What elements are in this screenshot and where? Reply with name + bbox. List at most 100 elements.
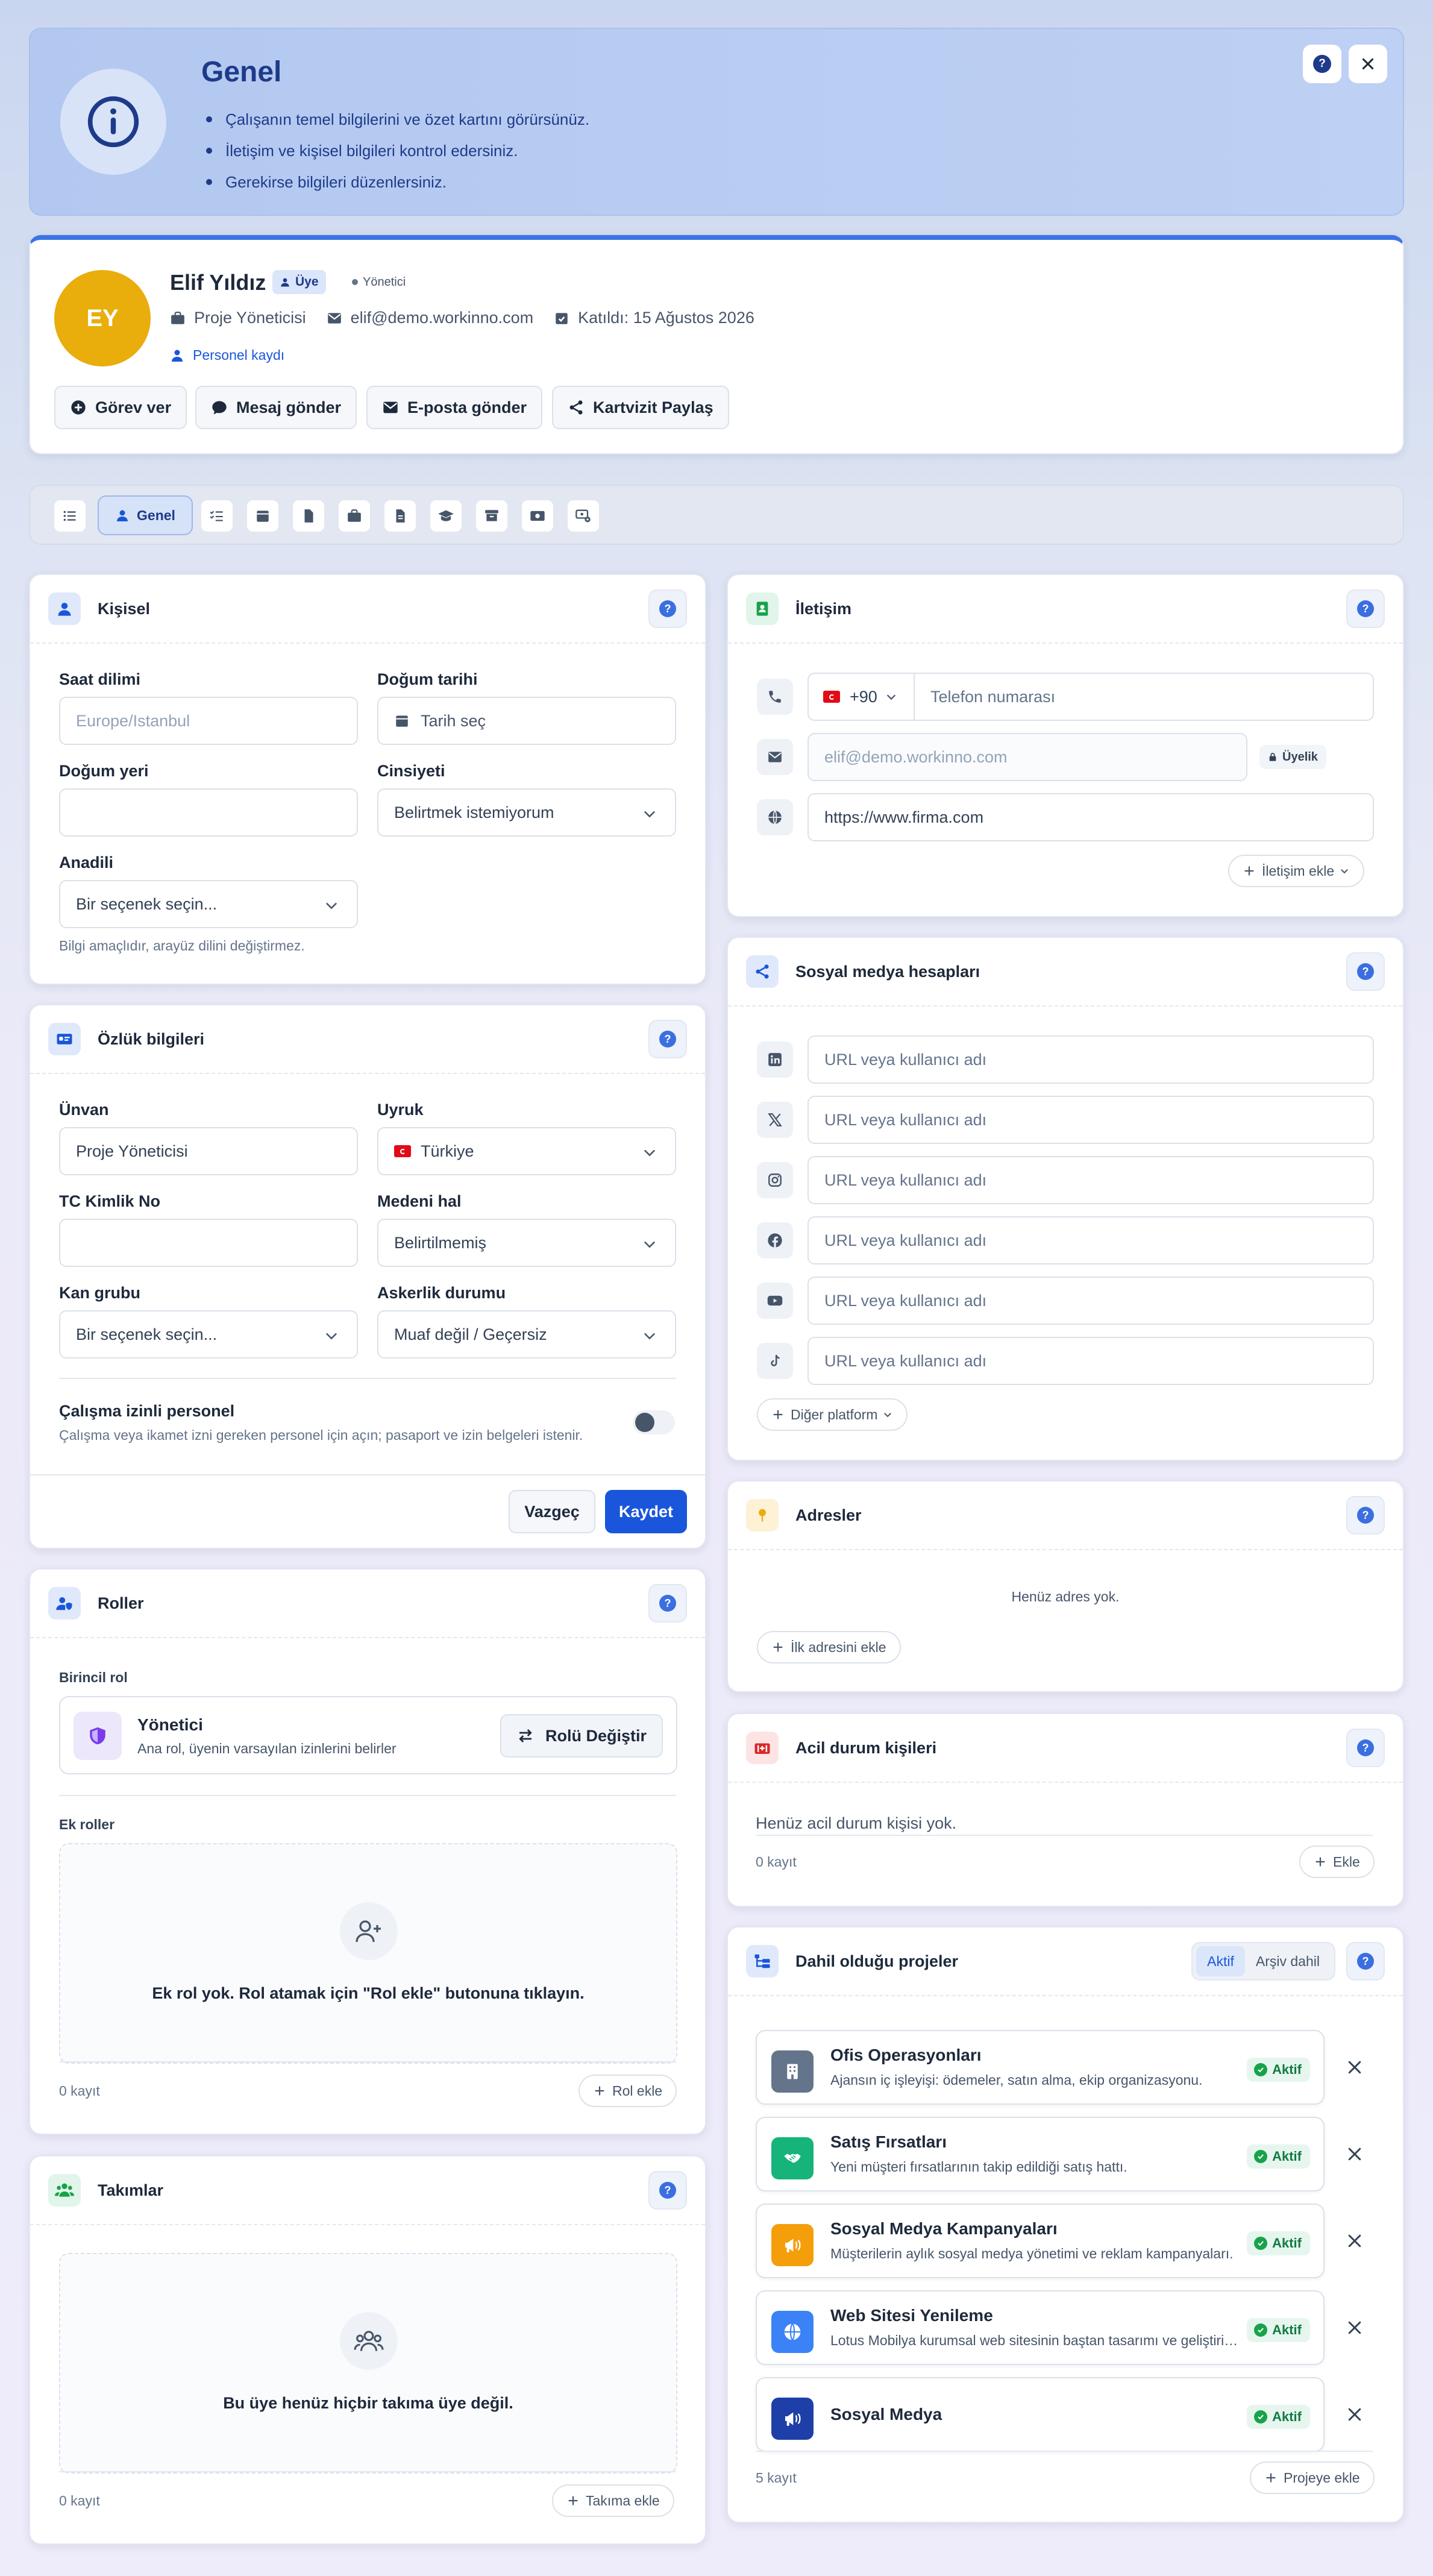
language-select[interactable]: Bir seçenek seçin... xyxy=(59,880,358,928)
filter-archived[interactable]: Arşiv dahil xyxy=(1245,1946,1331,1976)
handshake-icon xyxy=(771,2137,814,2179)
tab-work[interactable] xyxy=(337,499,371,533)
help-button[interactable]: ? xyxy=(1303,45,1341,83)
gender-select[interactable]: Belirtmek istemiyorum xyxy=(377,788,676,837)
phone-input[interactable]: +90 Telefon numarası xyxy=(807,673,1374,721)
add-contact-button[interactable]: İletişim ekle xyxy=(1228,855,1365,887)
send-email-button[interactable]: E-posta gönder xyxy=(366,386,543,429)
timezone-input[interactable]: Europe/Istanbul xyxy=(59,697,358,745)
divider xyxy=(59,2061,676,2062)
user-icon xyxy=(281,278,289,287)
close-button[interactable] xyxy=(1349,45,1387,83)
card-title: Sosyal medya hesapları xyxy=(795,962,980,981)
tab-tasks[interactable] xyxy=(200,499,234,533)
divider xyxy=(59,1795,676,1796)
change-role-button[interactable]: Rolü Değiştir xyxy=(500,1714,663,1758)
facebook-input[interactable]: URL veya kullanıcı adı xyxy=(807,1216,1374,1264)
tab-expenses[interactable] xyxy=(566,499,600,533)
add-role-button[interactable]: Rol ekle xyxy=(579,2075,677,2107)
remove-project-button[interactable] xyxy=(1343,2142,1367,2166)
check-icon xyxy=(1254,2063,1268,2076)
remove-project-button[interactable] xyxy=(1343,2402,1367,2427)
help-button[interactable]: ? xyxy=(648,2171,687,2210)
chevron-down-icon xyxy=(886,694,896,700)
building-icon xyxy=(771,2050,814,2093)
list-icon xyxy=(63,510,76,521)
tab-contracts[interactable] xyxy=(383,499,417,533)
x-input[interactable]: URL veya kullanıcı adı xyxy=(807,1096,1374,1144)
role-tag: Yönetici xyxy=(345,270,413,294)
tab-education[interactable] xyxy=(429,499,463,533)
cancel-button[interactable]: Vazgeç xyxy=(509,1490,595,1533)
project-item[interactable]: Sosyal Medya Kampanyaları Müşterilerin a… xyxy=(756,2204,1325,2278)
assign-task-button[interactable]: Görev ver xyxy=(54,386,187,429)
add-project-button[interactable]: Projeye ekle xyxy=(1250,2461,1375,2494)
tab-calendar[interactable] xyxy=(246,499,280,533)
youtube-input[interactable]: URL veya kullanıcı adı xyxy=(807,1277,1374,1325)
project-item[interactable]: Satış Fırsatları Yeni müşteri fırsatları… xyxy=(756,2117,1325,2191)
remove-project-button[interactable] xyxy=(1343,2316,1367,2340)
status-badge: Aktif xyxy=(1247,2318,1310,2342)
birthdate-picker[interactable]: Tarih seç xyxy=(377,697,676,745)
help-button[interactable]: ? xyxy=(648,1020,687,1058)
project-item[interactable]: Ofis Operasyonları Ajansın iç işleyişi: … xyxy=(756,2030,1325,2105)
money-cog-icon xyxy=(575,509,591,523)
nationality-select[interactable]: Türkiye xyxy=(377,1127,676,1175)
plus-icon xyxy=(595,2086,604,2096)
linkedin-input[interactable]: URL veya kullanıcı adı xyxy=(807,1035,1374,1084)
add-emergency-button[interactable]: Ekle xyxy=(1299,1846,1375,1878)
phone-icon xyxy=(757,679,793,715)
project-item[interactable]: Web Sitesi Yenileme Lotus Mobilya kurums… xyxy=(756,2290,1325,2365)
help-button[interactable]: ? xyxy=(1346,589,1385,628)
tab-documents[interactable] xyxy=(292,499,325,533)
language-help: Bilgi amaçlıdır, arayüz dilini değiştirm… xyxy=(59,938,305,953)
marital-select[interactable]: Belirtilmemiş xyxy=(377,1219,676,1267)
project-item[interactable]: Sosyal Medya Aktif xyxy=(756,2377,1325,2452)
personnel-record-link[interactable]: Personel kaydı xyxy=(170,347,284,363)
user-icon xyxy=(48,592,81,625)
remove-project-button[interactable] xyxy=(1343,2229,1367,2253)
send-message-button[interactable]: Mesaj gönder xyxy=(195,386,357,429)
help-button[interactable]: ? xyxy=(1346,1496,1385,1535)
help-icon: ? xyxy=(659,2182,676,2199)
add-team-button[interactable]: Takıma ekle xyxy=(552,2484,674,2517)
blood-select[interactable]: Bir seçenek seçin... xyxy=(59,1310,358,1359)
tab-general[interactable]: Genel xyxy=(98,495,193,535)
add-address-button[interactable]: İlk adresini ekle xyxy=(757,1631,901,1663)
instagram-input[interactable]: URL veya kullanıcı adı xyxy=(807,1156,1374,1204)
member-email[interactable]: elif@demo.workinno.com xyxy=(351,309,534,327)
nationality-label: Uyruk xyxy=(377,1101,424,1119)
help-button[interactable]: ? xyxy=(648,1584,687,1623)
help-button[interactable]: ? xyxy=(1346,1729,1385,1767)
filter-active[interactable]: Aktif xyxy=(1196,1946,1245,1976)
megaphone-icon xyxy=(771,2224,814,2266)
medical-kit-icon xyxy=(746,1732,779,1764)
project-desc: Ajansın iç işleyişi: ödemeler, satın alm… xyxy=(830,2072,1203,2088)
job-title-input[interactable]: Proje Yöneticisi xyxy=(59,1127,358,1175)
remove-project-button[interactable] xyxy=(1343,2055,1367,2079)
tab-overview[interactable] xyxy=(53,499,87,533)
project-name: Web Sitesi Yenileme xyxy=(830,2306,993,2325)
help-button[interactable]: ? xyxy=(1346,1942,1385,1981)
tiktok-input[interactable]: URL veya kullanıcı adı xyxy=(807,1337,1374,1385)
save-button[interactable]: Kaydet xyxy=(605,1490,687,1533)
help-button[interactable]: ? xyxy=(1346,952,1385,991)
birthplace-input[interactable] xyxy=(59,788,358,837)
status-badge: Aktif xyxy=(1247,2231,1310,2255)
tab-archive[interactable] xyxy=(475,499,509,533)
share-card-button[interactable]: Kartvizit Paylaş xyxy=(552,386,729,429)
permit-toggle[interactable] xyxy=(633,1410,675,1434)
country-code-select[interactable]: +90 xyxy=(809,674,915,720)
record-count: 0 kayıt xyxy=(756,1854,797,1870)
turkey-flag-icon xyxy=(823,691,840,703)
graduation-cap-icon xyxy=(438,510,454,521)
tab-payroll[interactable] xyxy=(521,499,554,533)
other-platform-button[interactable]: Diğer platform xyxy=(757,1398,908,1431)
primary-role-desc: Ana rol, üyenin varsayılan izinlerini be… xyxy=(137,1741,397,1756)
plus-icon xyxy=(568,2496,578,2505)
help-button[interactable]: ? xyxy=(648,589,687,628)
website-input[interactable]: https://www.firma.com xyxy=(807,793,1374,841)
info-icon xyxy=(60,69,166,175)
tc-input[interactable] xyxy=(59,1219,358,1267)
military-select[interactable]: Muaf değil / Geçersiz xyxy=(377,1310,676,1359)
